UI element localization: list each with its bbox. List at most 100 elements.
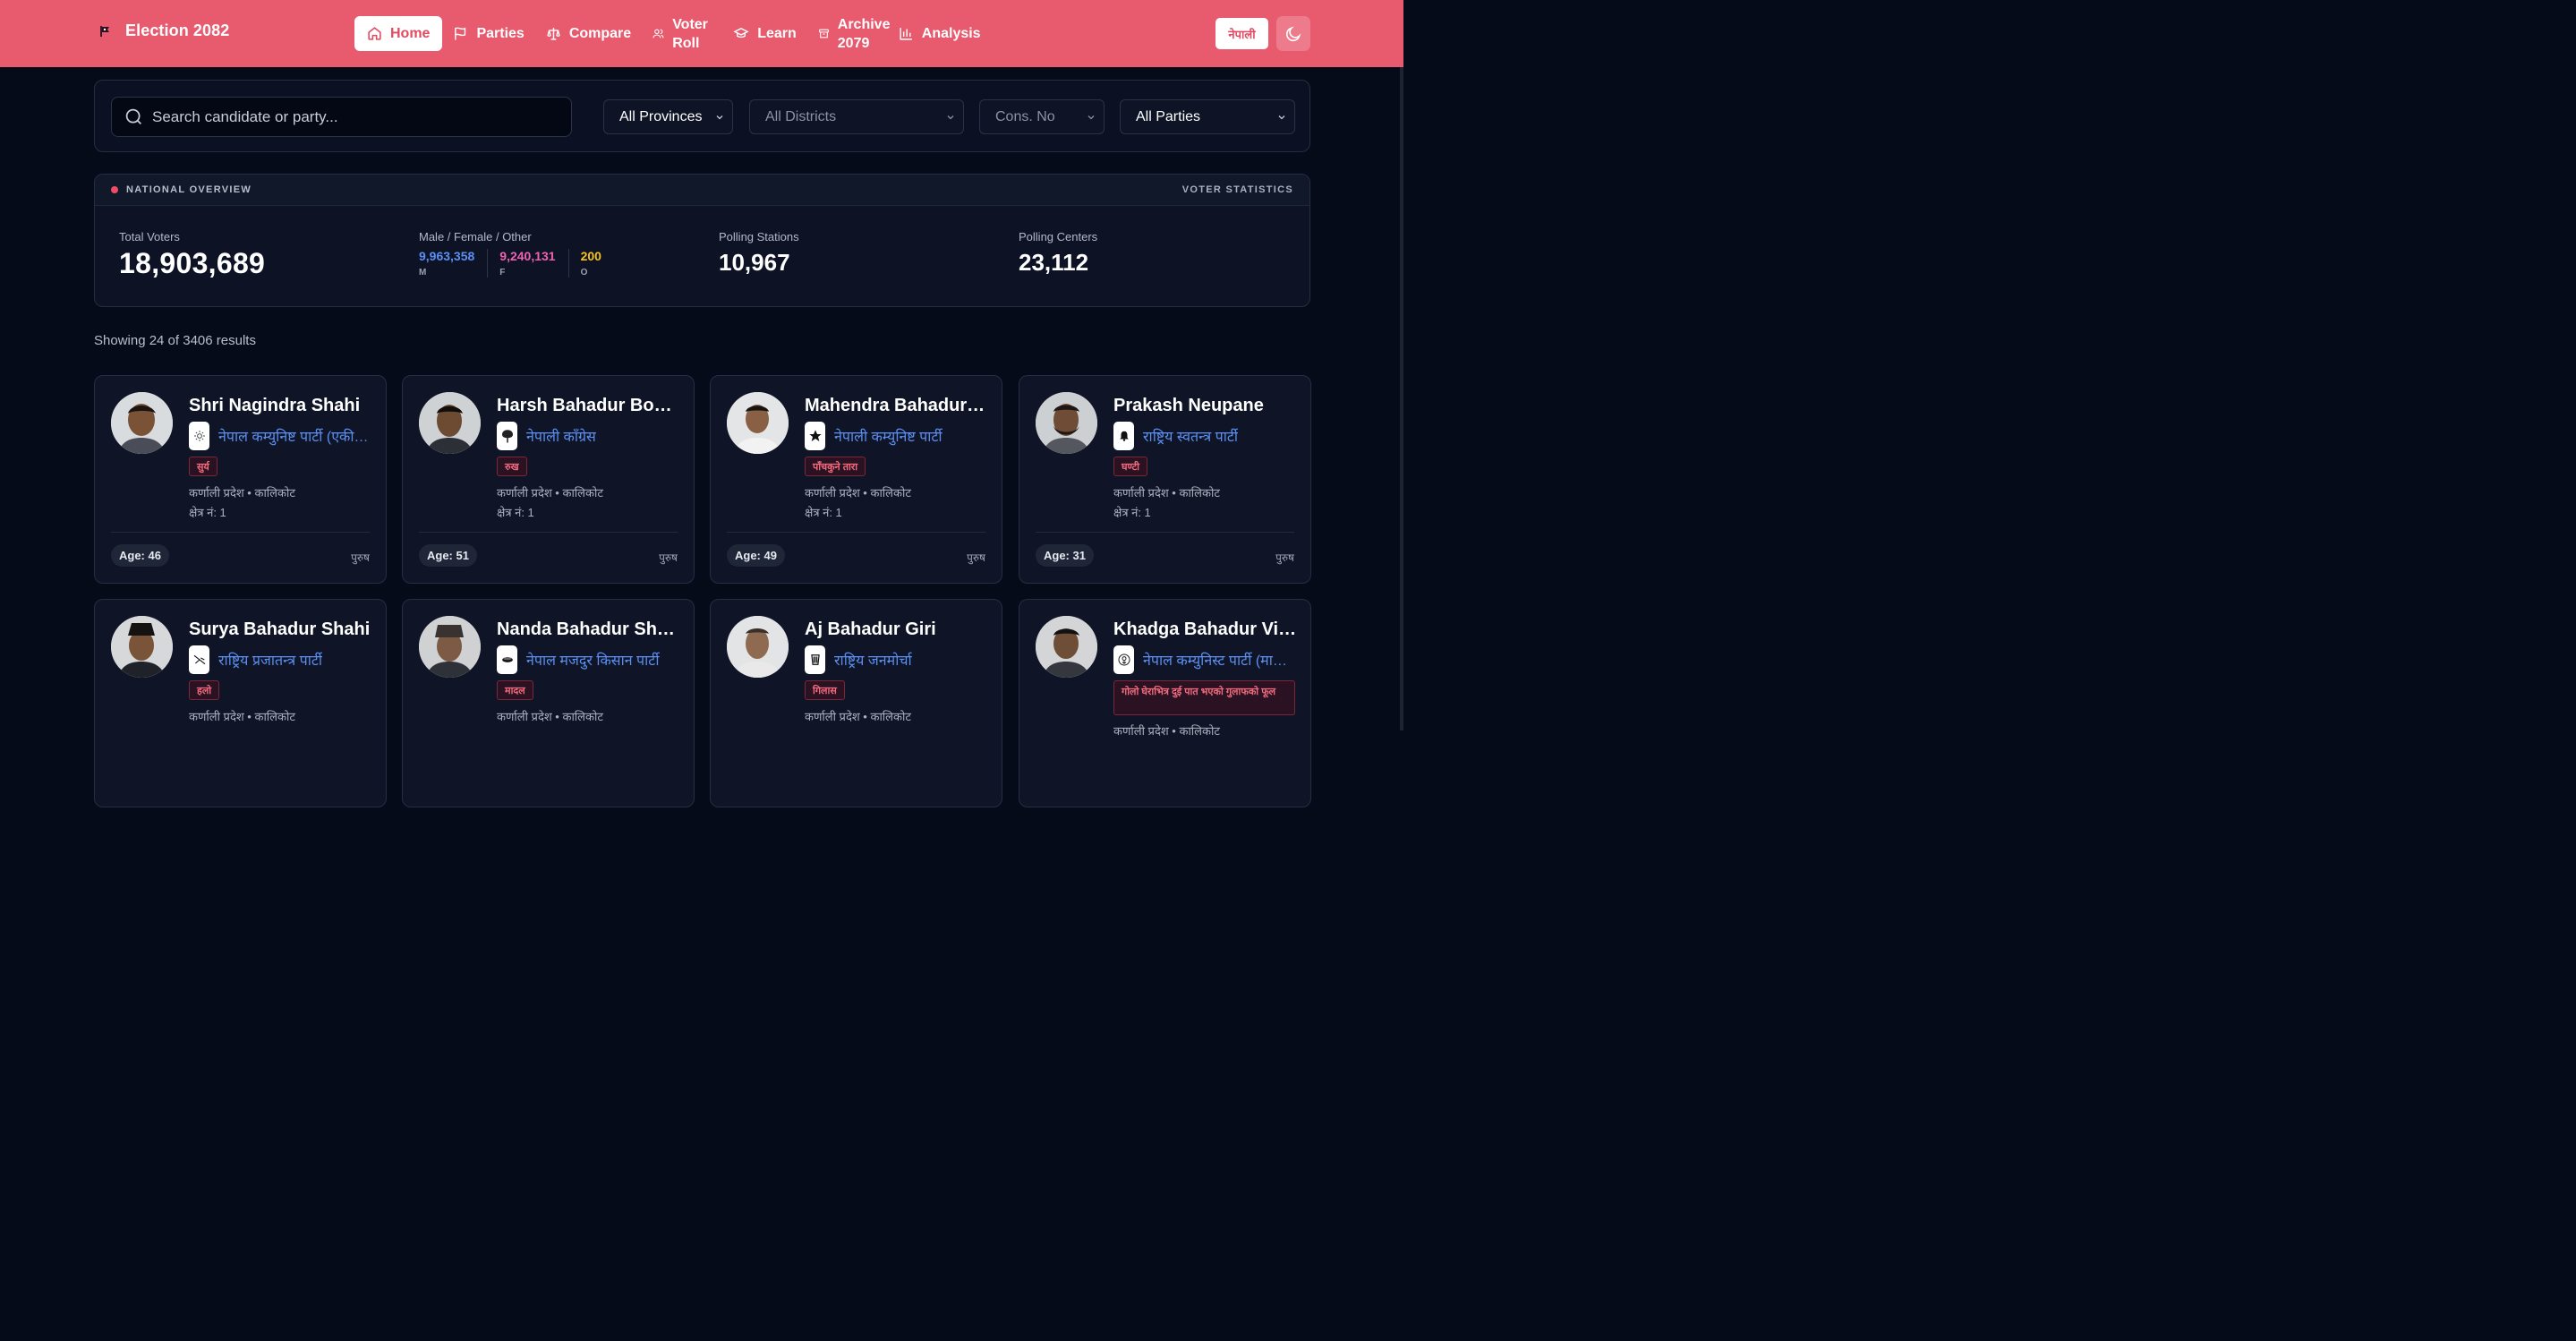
chevron-down-icon: [1088, 115, 1095, 119]
party-row[interactable]: नेपाली कम्युनिष्ट पार्टी: [805, 422, 988, 450]
candidate-card[interactable]: Surya Bahadur Shahi राष्ट्रिय प्रजातन्त्…: [94, 599, 387, 807]
candidate-location: कर्णाली प्रदेश • कालिकोट: [1113, 486, 1220, 500]
window-edge: [1400, 0, 1403, 730]
search-input[interactable]: Search candidate or party...: [111, 97, 572, 137]
party-row[interactable]: नेपाली काँग्रेस: [497, 422, 680, 450]
other-count-value: 200: [580, 249, 601, 263]
nav-home[interactable]: Home: [354, 16, 443, 51]
search-placeholder: Search candidate or party...: [152, 107, 338, 125]
nav-parties[interactable]: Parties: [442, 16, 534, 51]
candidate-name: Khadga Bahadur Vishwakarma: [1113, 619, 1297, 639]
nav-voter-roll[interactable]: Voter Roll: [642, 16, 722, 51]
voter-statistics-label: VOTER STATISTICS: [1181, 184, 1293, 195]
filter-panel: Search candidate or party... All Provinc…: [94, 80, 1310, 152]
constituency-number: क्षेत्र नं: 1: [805, 506, 842, 519]
male-count-value: 9,963,358: [419, 249, 475, 263]
election-symbol-badge: गोलो घेराभित्र दुई पात भएको गुलाफको फूल: [1113, 680, 1295, 715]
ballot-flag-icon: [97, 22, 115, 40]
theme-toggle-button[interactable]: [1276, 16, 1310, 51]
candidate-card[interactable]: Prakash Neupane राष्ट्रिय स्वतन्त्र पार्…: [1019, 375, 1311, 584]
candidate-card[interactable]: Aj Bahadur Giri राष्ट्रिय जनमोर्चा गिलास…: [710, 599, 1002, 807]
polling-centers-label: Polling Centers: [1019, 230, 1098, 243]
nav-learn[interactable]: Learn: [722, 16, 807, 51]
nav-compare[interactable]: Compare: [535, 16, 642, 51]
constituency-select[interactable]: Cons. No: [979, 99, 1105, 134]
male-count: 9,963,358 M: [419, 249, 489, 278]
candidate-card[interactable]: Mahendra Bahadur Shahi नेपाली कम्युनिष्ट…: [710, 375, 1002, 584]
election-symbol-badge: मादल: [497, 680, 533, 700]
nav-archive[interactable]: Archive 2079: [807, 16, 890, 51]
card-divider: [1036, 532, 1294, 533]
nav-home-label: Home: [390, 25, 431, 41]
party-name: नेपाल मजदुर किसान पार्टी: [526, 653, 660, 669]
candidate-name: Nanda Bahadur Shahi: [497, 619, 680, 639]
polling-stations-stat: Polling Stations 10,967: [719, 230, 799, 277]
party-row[interactable]: नेपाल कम्युनिष्ट पार्टी (एकीकृत मार्क्सव…: [189, 422, 372, 450]
graduation-cap-icon: [733, 28, 749, 38]
drum-icon: [497, 645, 517, 674]
flag-icon: [455, 27, 466, 40]
party-name: नेपाली कम्युनिष्ट पार्टी: [834, 430, 943, 445]
candidate-avatar: [111, 392, 173, 454]
candidate-card[interactable]: Harsh Bahadur Bomb नेपाली काँग्रेस रुख क…: [402, 375, 695, 584]
bell-icon: [1113, 422, 1134, 450]
main-nav: Home Parties Compare Voter Roll Learn Ar…: [354, 16, 992, 51]
candidate-location: कर्णाली प्रदेश • कालिकोट: [189, 486, 295, 500]
brand[interactable]: Election 2082: [97, 21, 229, 40]
overview-title: NATIONAL OVERVIEW: [126, 184, 252, 195]
candidate-location: कर्णाली प्रदेश • कालिकोट: [805, 486, 911, 500]
home-icon: [368, 27, 381, 40]
party-row[interactable]: राष्ट्रिय प्रजातन्त्र पार्टी: [189, 645, 372, 674]
candidate-name: Aj Bahadur Giri: [805, 619, 936, 639]
scale-icon: [547, 28, 560, 40]
candidate-gender: पुरुष: [967, 551, 985, 564]
chevron-down-icon: [716, 115, 723, 119]
election-symbol-badge: सुर्य: [189, 457, 218, 476]
candidate-card[interactable]: Khadga Bahadur Vishwakarma नेपाल कम्युनि…: [1019, 599, 1311, 807]
candidate-avatar: [727, 616, 789, 678]
top-navbar: Election 2082 Home Parties Compare Voter…: [0, 0, 1403, 67]
language-toggle-button[interactable]: नेपाली: [1215, 18, 1268, 49]
constituency-number: क्षेत्र नं: 1: [497, 506, 534, 519]
gender-breakdown-row: 9,963,358 M 9,240,131 F 200 O: [419, 249, 626, 278]
province-select-value: All Provinces: [619, 108, 703, 124]
candidate-card[interactable]: Nanda Bahadur Shahi नेपाल मजदुर किसान पा…: [402, 599, 695, 807]
other-count-label: O: [580, 268, 588, 278]
candidate-gender: पुरुष: [659, 551, 678, 564]
party-name: नेपाल कम्युनिष्ट पार्टी (एकीकृत मार्क्सव…: [218, 430, 372, 445]
party-row[interactable]: राष्ट्रिय स्वतन्त्र पार्टी: [1113, 422, 1297, 450]
candidate-card[interactable]: Shri Nagindra Shahi नेपाल कम्युनिष्ट पार…: [94, 375, 387, 584]
party-row[interactable]: नेपाल मजदुर किसान पार्टी: [497, 645, 680, 674]
nav-parties-label: Parties: [476, 25, 525, 41]
province-select[interactable]: All Provinces: [603, 99, 733, 134]
age-badge: Age: 49: [727, 544, 785, 567]
brand-title: Election 2082: [125, 21, 230, 39]
national-overview-panel: NATIONAL OVERVIEW VOTER STATISTICS Total…: [94, 174, 1310, 307]
candidate-name: Mahendra Bahadur Shahi: [805, 396, 988, 415]
district-select-value: All Districts: [765, 108, 837, 124]
party-row[interactable]: नेपाल कम्युनिस्ट पार्टी (माओवादी): [1113, 645, 1297, 674]
party-select[interactable]: All Parties: [1120, 99, 1295, 134]
moon-icon: [1285, 26, 1301, 41]
age-badge: Age: 51: [419, 544, 477, 567]
party-name: राष्ट्रिय स्वतन्त्र पार्टी: [1143, 430, 1239, 445]
party-name: राष्ट्रिय जनमोर्चा: [834, 653, 912, 669]
party-row[interactable]: राष्ट्रिय जनमोर्चा: [805, 645, 988, 674]
nav-analysis[interactable]: Analysis: [888, 16, 992, 51]
age-badge: Age: 31: [1036, 544, 1094, 567]
search-icon: [125, 108, 141, 124]
candidate-location: कर्णाली प्रदेश • कालिकोट: [497, 486, 603, 500]
candidate-location: कर्णाली प्रदेश • कालिकोट: [1113, 724, 1220, 738]
plough-icon: [189, 645, 209, 674]
party-select-value: All Parties: [1136, 108, 1201, 124]
district-select[interactable]: All Districts: [749, 99, 964, 134]
constituency-number: क्षेत्र नं: 1: [189, 506, 226, 519]
election-symbol-badge: गिलास: [805, 680, 845, 700]
glass-icon: [805, 645, 825, 674]
party-name: नेपाल कम्युनिस्ट पार्टी (माओवादी): [1143, 653, 1297, 669]
chevron-down-icon: [947, 115, 954, 119]
age-badge: Age: 46: [111, 544, 169, 567]
nav-voter-roll-label: Voter Roll: [672, 16, 708, 51]
candidate-gender: पुरुष: [1275, 551, 1294, 564]
total-voters-stat: Total Voters 18,903,689: [119, 230, 265, 280]
